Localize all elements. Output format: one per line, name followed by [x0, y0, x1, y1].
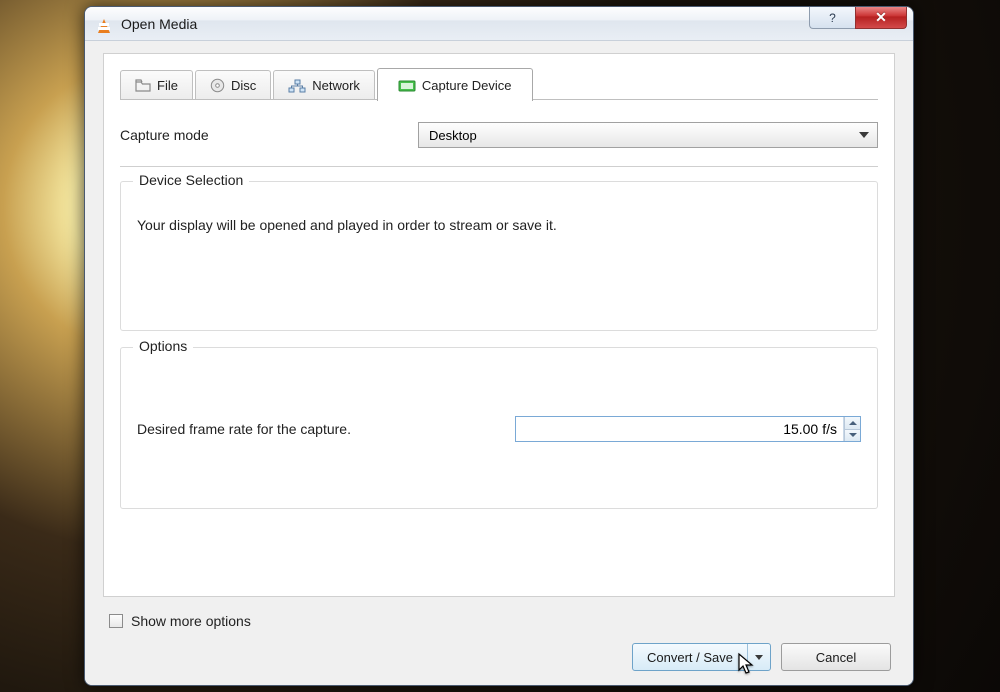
close-button[interactable]: ✕ [855, 7, 907, 29]
frame-rate-row: Desired frame rate for the capture. f/s [137, 416, 861, 442]
capture-device-icon [398, 79, 416, 92]
tab-network[interactable]: Network [273, 70, 375, 100]
show-more-options-checkbox[interactable] [109, 614, 123, 628]
frame-rate-label: Desired frame rate for the capture. [137, 421, 351, 437]
help-button[interactable]: ? [809, 7, 855, 29]
tab-disc-label: Disc [231, 78, 256, 93]
network-icon [288, 79, 306, 93]
spinner-up-button[interactable] [845, 417, 860, 430]
cancel-label: Cancel [816, 650, 856, 665]
separator [120, 166, 878, 167]
convert-save-label: Convert / Save [633, 644, 748, 670]
client-area: File Disc Network [85, 41, 913, 685]
device-selection-legend: Device Selection [133, 172, 249, 188]
window-title: Open Media [121, 16, 197, 32]
convert-save-button[interactable]: Convert / Save [632, 643, 771, 671]
frame-rate-input[interactable] [516, 417, 820, 441]
chevron-down-icon [859, 132, 869, 138]
spinner-down-button[interactable] [845, 430, 860, 442]
show-more-options-row[interactable]: Show more options [109, 613, 891, 629]
disc-icon [210, 78, 225, 93]
frame-rate-units: f/s [820, 417, 844, 441]
help-glyph: ? [829, 11, 836, 25]
tab-file-label: File [157, 78, 178, 93]
content-panel: File Disc Network [103, 53, 895, 597]
footer: Show more options Convert / Save Cancel [103, 597, 895, 671]
device-selection-text: Your display will be opened and played i… [137, 216, 861, 234]
titlebar: Open Media ? ✕ [85, 7, 913, 41]
tab-file[interactable]: File [120, 70, 193, 100]
capture-mode-dropdown[interactable]: Desktop [418, 122, 878, 148]
frame-rate-spinner[interactable]: f/s [515, 416, 861, 442]
tabbar: File Disc Network [120, 68, 878, 100]
tab-capture-label: Capture Device [422, 78, 512, 93]
options-legend: Options [133, 338, 193, 354]
capture-mode-value: Desktop [429, 128, 477, 143]
options-group: Options Desired frame rate for the captu… [120, 347, 878, 509]
capture-mode-row: Capture mode Desktop [120, 122, 878, 148]
tab-capture-device[interactable]: Capture Device [377, 68, 533, 101]
tab-disc[interactable]: Disc [195, 70, 271, 100]
window-controls: ? ✕ [809, 7, 907, 29]
chevron-up-icon [849, 421, 857, 425]
tab-network-label: Network [312, 78, 360, 93]
chevron-down-icon [755, 655, 763, 660]
chevron-down-icon [849, 433, 857, 437]
convert-save-dropdown[interactable] [748, 644, 770, 670]
folder-icon [135, 79, 151, 92]
vlc-cone-icon [95, 15, 113, 33]
capture-mode-label: Capture mode [120, 127, 209, 143]
device-selection-group: Device Selection Your display will be op… [120, 181, 878, 331]
dialog-actions: Convert / Save Cancel [107, 643, 891, 671]
close-icon: ✕ [875, 9, 887, 26]
cancel-button[interactable]: Cancel [781, 643, 891, 671]
show-more-options-label: Show more options [131, 613, 251, 629]
open-media-dialog: Open Media ? ✕ File Disc [84, 6, 914, 686]
